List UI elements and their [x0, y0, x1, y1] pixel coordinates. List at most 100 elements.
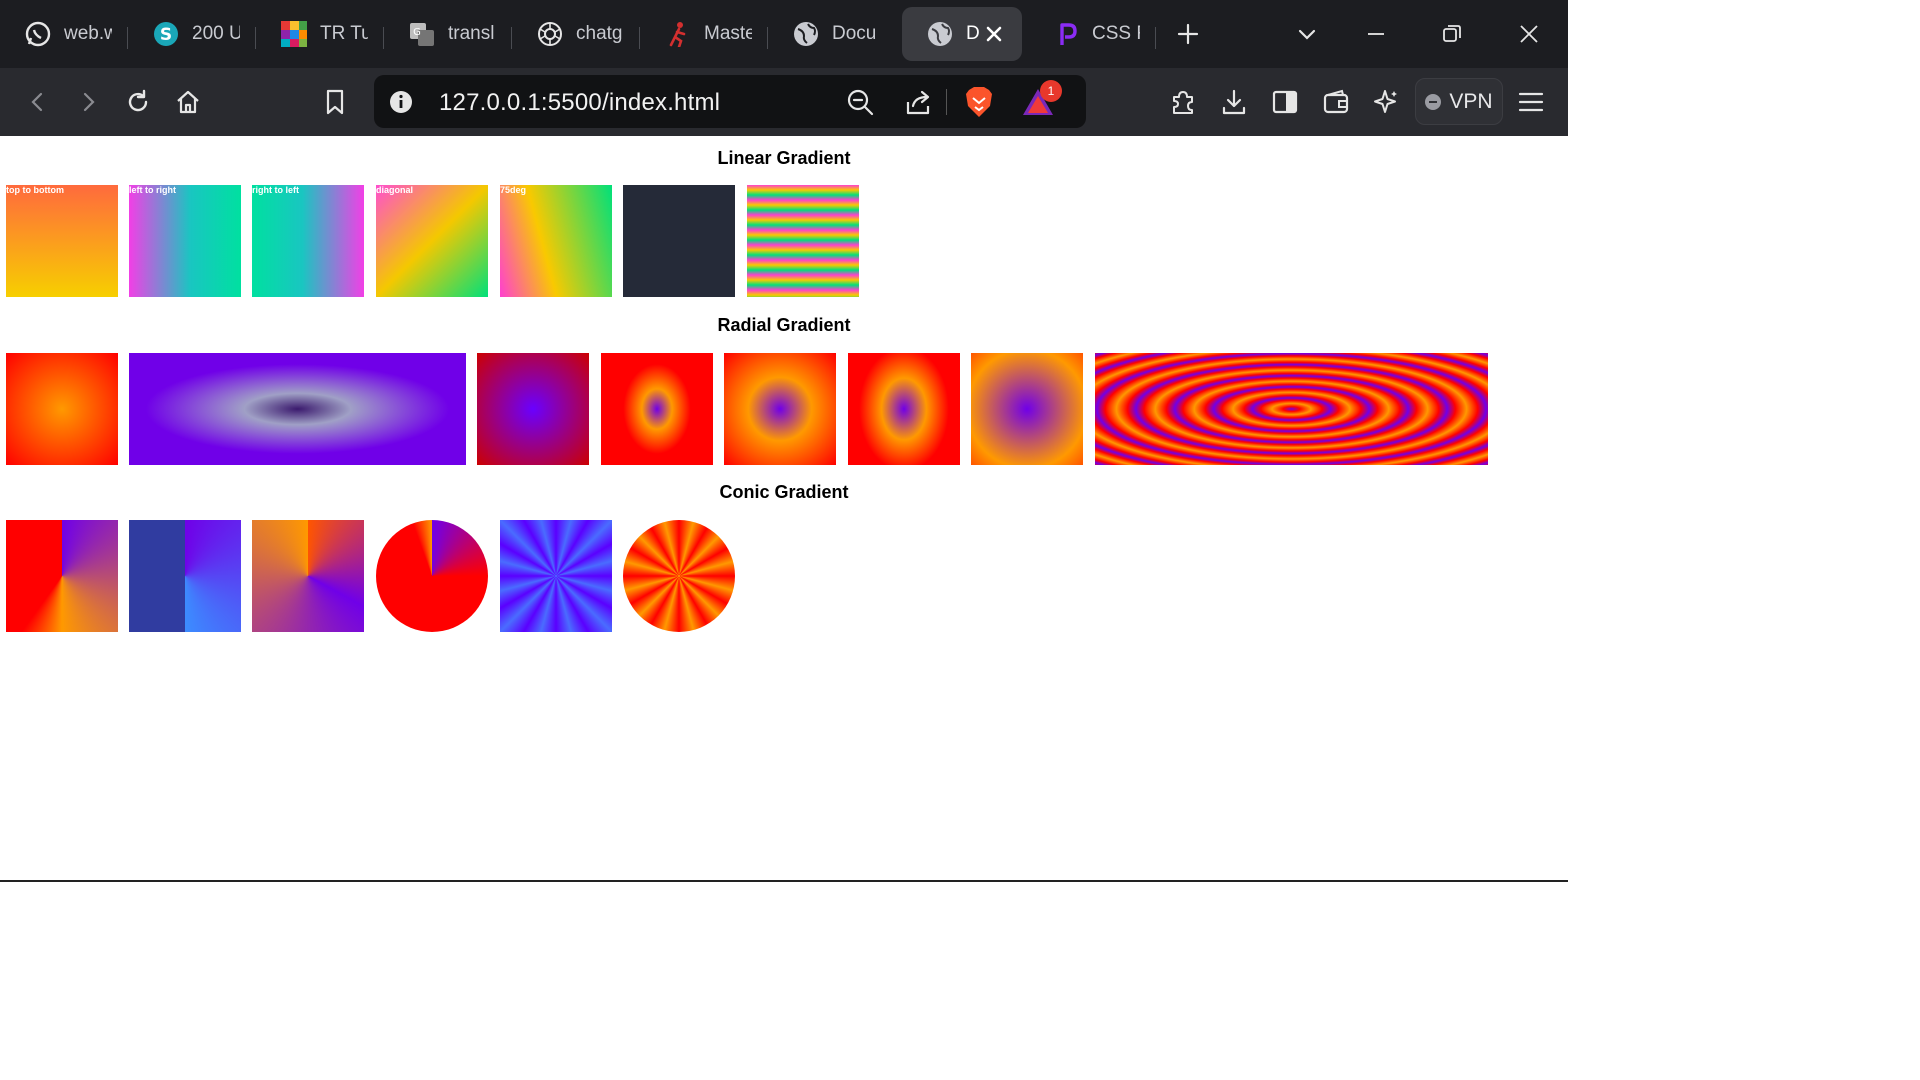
downloads-button[interactable]	[1216, 84, 1252, 120]
home-icon	[177, 90, 199, 114]
minimize-button[interactable]	[1356, 14, 1396, 54]
conic-gradient-swatch	[129, 520, 241, 632]
tab-translate[interactable]: G transl	[384, 7, 512, 61]
section-title-conic: Conic Gradient	[719, 482, 849, 502]
letter-s-icon: S	[152, 20, 180, 48]
new-tab-button[interactable]	[1164, 7, 1212, 61]
browser-toolbar: 127.0.0.1:5500/index.html 1 VPN	[0, 68, 1568, 136]
vpn-status-icon	[1425, 93, 1442, 110]
linear-gradient-swatch	[623, 185, 735, 297]
linear-gradient-swatch	[747, 185, 859, 297]
sidebar-button[interactable]	[1267, 84, 1303, 120]
reload-icon	[128, 89, 148, 112]
conic-gradient-circle	[376, 520, 488, 632]
vpn-button[interactable]: VPN	[1415, 78, 1503, 125]
vpn-label: VPN	[1449, 89, 1493, 113]
swatch-label: left to right	[129, 185, 176, 195]
tr-icon	[280, 20, 308, 48]
back-button[interactable]	[20, 84, 56, 120]
share-icon[interactable]	[904, 88, 932, 121]
leo-ai-button[interactable]	[1368, 84, 1404, 120]
plus-icon	[1177, 23, 1199, 45]
wallet-icon	[1323, 89, 1349, 114]
extensions-button[interactable]	[1165, 84, 1201, 120]
radial-gradient-swatch	[601, 353, 713, 465]
home-button[interactable]	[170, 84, 206, 120]
chevron-down-icon	[1298, 29, 1316, 40]
tab-strip: web.w S 200 U TR Tur G transl chatg	[0, 0, 1568, 68]
tab-200u[interactable]: S 200 U	[128, 7, 256, 61]
tab-title: CSS R	[1092, 23, 1140, 44]
globe-icon	[926, 20, 954, 48]
zoom-out-icon[interactable]	[846, 88, 874, 121]
wallet-button[interactable]	[1318, 84, 1354, 120]
minimize-icon	[1368, 33, 1384, 35]
radial-gradient-swatch	[848, 353, 960, 465]
swatch-label: diagonal	[376, 185, 414, 195]
tab-whatsapp[interactable]: web.w	[0, 7, 128, 61]
window-bottom-border	[0, 880, 1568, 882]
conic-gradient-circle	[623, 520, 735, 632]
swatch-label: 75deg	[500, 185, 527, 195]
conic-gradient-swatch	[252, 520, 364, 632]
swatch-label: right to left	[252, 185, 299, 195]
restore-button[interactable]	[1432, 14, 1472, 54]
section-title-linear: Linear Gradient	[717, 148, 851, 168]
tab-chatgpt[interactable]: chatg	[512, 7, 640, 61]
radial-gradient-swatch	[6, 353, 118, 465]
radial-gradient-swatch	[1095, 353, 1488, 465]
arrow-right-icon	[83, 92, 95, 112]
info-icon[interactable]	[389, 90, 413, 119]
close-icon	[1520, 25, 1538, 43]
reload-button[interactable]	[120, 84, 156, 120]
swatch-label: top to bottom	[6, 185, 64, 195]
linear-gradient-swatch: 75deg	[500, 185, 612, 297]
brave-shield-icon[interactable]	[964, 86, 994, 123]
sidebar-icon	[1272, 90, 1298, 114]
restore-icon	[1443, 25, 1461, 42]
tab-title: web.w	[64, 23, 112, 44]
tab-css[interactable]: CSS R	[1028, 7, 1156, 61]
notification-badge: 1	[1040, 80, 1062, 102]
tab-title: 200 U	[192, 23, 240, 44]
page-content: Linear Gradient top to bottom left to ri…	[0, 136, 1568, 882]
radial-gradient-swatch	[129, 353, 466, 465]
menu-button[interactable]	[1513, 84, 1549, 120]
globe-icon	[792, 20, 820, 48]
tab-docu[interactable]: Docu	[768, 7, 896, 61]
url-text[interactable]: 127.0.0.1:5500/index.html	[439, 89, 720, 117]
tab-active[interactable]: D	[902, 7, 1022, 61]
arrow-left-icon	[31, 92, 43, 112]
section-title-radial: Radial Gradient	[717, 315, 851, 335]
tab-title: transl	[448, 23, 495, 44]
conic-gradient-swatch	[500, 520, 612, 632]
runner-icon	[664, 20, 692, 48]
linear-gradient-swatch: right to left	[252, 185, 364, 297]
tab-title: chatg	[576, 23, 623, 44]
radial-gradient-swatch	[724, 353, 836, 465]
tab-title: Docu	[832, 23, 877, 44]
puzzle-icon	[1173, 91, 1193, 114]
close-tab-icon[interactable]	[982, 22, 1006, 46]
tab-master[interactable]: Maste	[640, 7, 768, 61]
openai-icon	[536, 20, 564, 48]
bookmark-button[interactable]	[317, 84, 353, 120]
radial-gradient-swatch	[477, 353, 589, 465]
radial-gradient-swatch	[971, 353, 1083, 465]
address-bar[interactable]: 127.0.0.1:5500/index.html	[374, 75, 1086, 128]
close-window-button[interactable]	[1509, 14, 1549, 54]
translate-icon: G	[408, 20, 436, 48]
svg-text:G: G	[413, 27, 421, 38]
svg-text:S: S	[160, 25, 172, 45]
tab-title: Maste	[704, 23, 752, 44]
whatsapp-icon	[24, 20, 52, 48]
download-icon	[1222, 89, 1246, 115]
tab-title: TR Tur	[320, 23, 368, 44]
linear-gradient-swatch: left to right	[129, 185, 241, 297]
conic-gradient-swatch	[6, 520, 118, 632]
forward-button[interactable]	[70, 84, 106, 120]
tab-turkish[interactable]: TR Tur	[256, 7, 384, 61]
hamburger-menu-icon	[1518, 92, 1544, 112]
tab-search-button[interactable]	[1287, 14, 1327, 54]
linear-gradient-swatch: diagonal	[376, 185, 488, 297]
